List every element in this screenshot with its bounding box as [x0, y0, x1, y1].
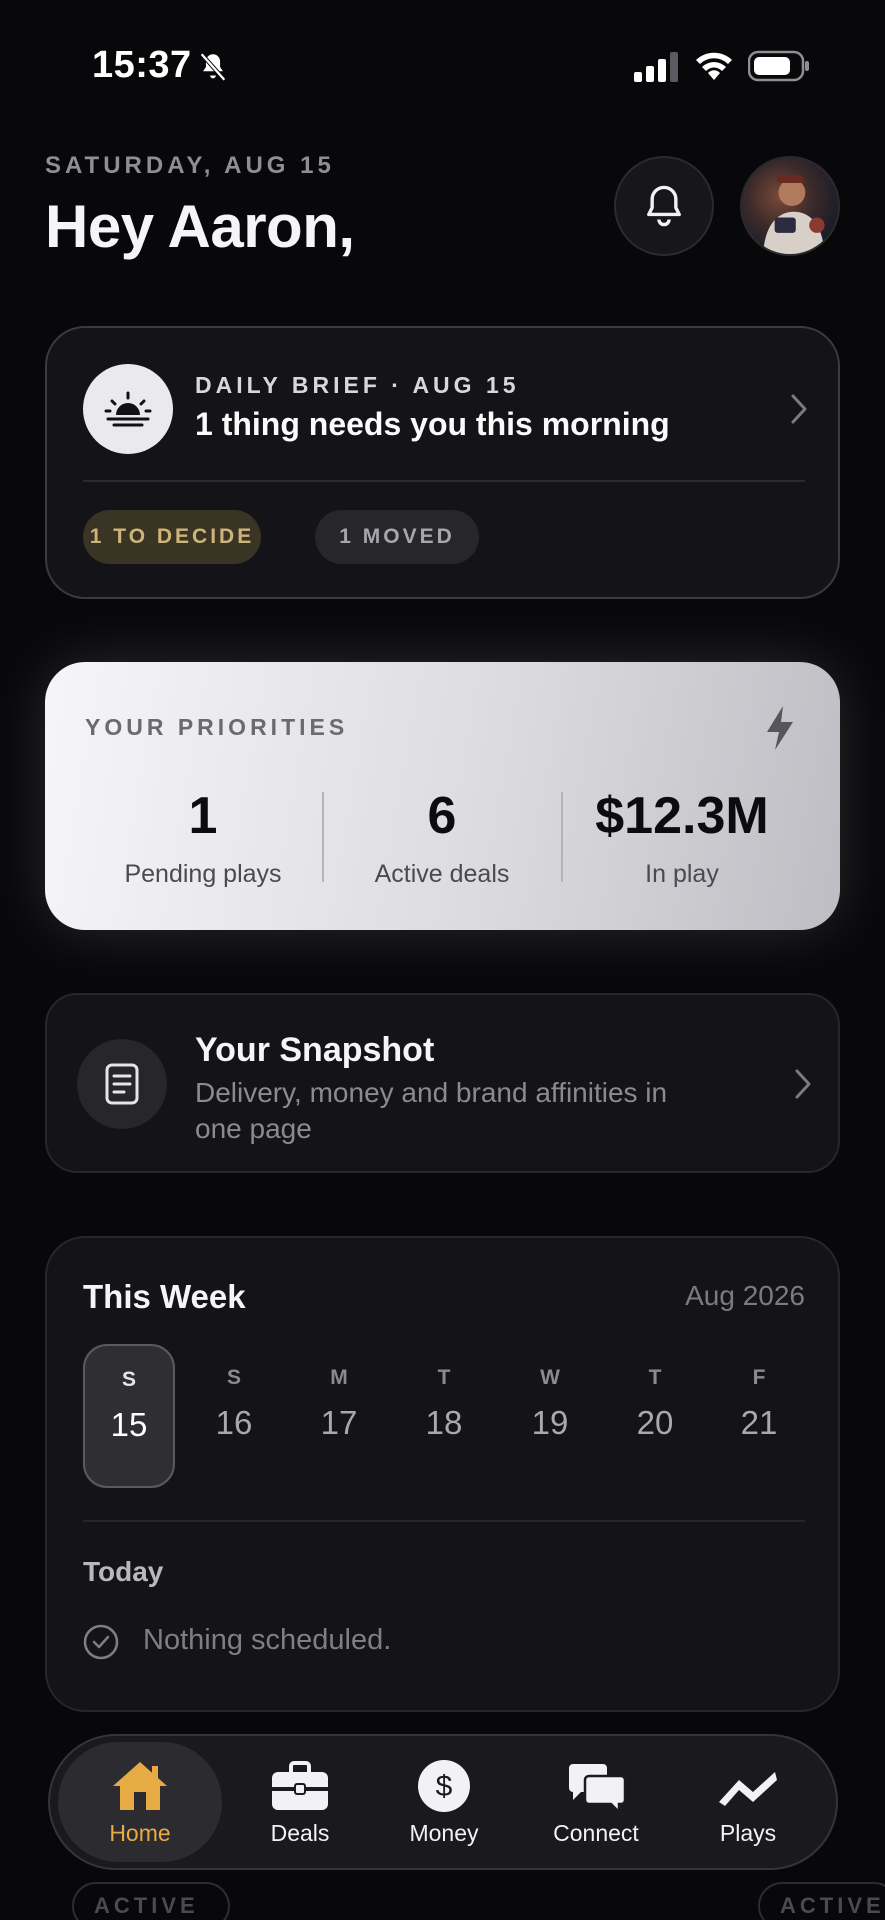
day-cell[interactable]: S 16 — [188, 1344, 280, 1488]
battery-icon — [748, 50, 809, 82]
tab-home[interactable]: Home — [58, 1742, 222, 1862]
stat-active-deals[interactable]: 6 Active deals — [322, 786, 562, 889]
day-cell-selected[interactable]: S 15 — [83, 1344, 175, 1488]
stat-value: 6 — [427, 787, 457, 845]
day-letter: F — [752, 1366, 766, 1389]
sunrise-badge — [83, 364, 173, 454]
tab-money[interactable]: $ Money — [370, 1736, 518, 1868]
bottom-tab-bar: Home Deals $ Money Connect Plays — [48, 1734, 838, 1870]
tab-label: Deals — [270, 1819, 330, 1846]
brief-title: 1 thing needs you this morning — [195, 406, 670, 442]
empty-schedule-text: Nothing scheduled. — [143, 1624, 392, 1656]
cellular-signal-icon — [634, 52, 678, 82]
stat-value: 1 — [188, 787, 218, 845]
chevron-right-icon — [795, 1069, 811, 1099]
priorities-label: YOUR PRIORITIES — [85, 714, 349, 740]
home-icon — [113, 1761, 167, 1810]
trend-icon — [719, 1771, 777, 1806]
day-number: 16 — [215, 1404, 253, 1441]
tab-connect[interactable]: Connect — [522, 1736, 670, 1868]
day-number: 21 — [740, 1404, 778, 1441]
greeting-title: Hey Aaron, — [45, 193, 355, 260]
stat-label: Active deals — [374, 860, 510, 888]
day-letter: M — [330, 1366, 348, 1389]
week-title: This Week — [83, 1278, 246, 1315]
stat-pending-plays[interactable]: 1 Pending plays — [83, 786, 323, 889]
briefcase-icon — [272, 1760, 328, 1810]
status-badge: ACTIVE — [758, 1882, 885, 1920]
day-cell[interactable]: M 17 — [293, 1344, 385, 1488]
day-letter: T — [437, 1366, 451, 1389]
sunrise-icon — [104, 391, 152, 427]
day-cell[interactable]: T 18 — [398, 1344, 490, 1488]
tab-label: Money — [409, 1819, 479, 1846]
avatar-image — [763, 175, 825, 254]
day-number: 20 — [636, 1404, 674, 1441]
brief-kicker: DAILY BRIEF · AUG 15 — [195, 372, 520, 398]
stat-value: $12.3M — [595, 787, 769, 845]
day-letter: T — [648, 1366, 662, 1389]
wifi-icon — [696, 52, 732, 80]
date-label: SATURDAY, AUG 15 — [45, 152, 335, 179]
day-number: 18 — [425, 1404, 463, 1441]
tab-label: Plays — [719, 1819, 777, 1846]
tab-deals[interactable]: Deals — [226, 1736, 374, 1868]
snapshot-description: Delivery, money and brand affinities in … — [195, 1077, 668, 1144]
notifications-button[interactable] — [614, 156, 714, 256]
stat-in-play[interactable]: $12.3M In play — [562, 786, 802, 889]
day-cell[interactable]: T 20 — [609, 1344, 701, 1488]
day-letter: W — [540, 1366, 560, 1389]
moved-pill[interactable]: 1 MOVED — [315, 510, 479, 564]
daily-brief-card[interactable]: DAILY BRIEF · AUG 15 1 thing needs you t… — [45, 326, 840, 599]
tab-plays[interactable]: Plays — [674, 1736, 822, 1868]
stat-label: Pending plays — [124, 860, 282, 888]
check-circle-icon — [83, 1624, 119, 1660]
priorities-card[interactable]: YOUR PRIORITIES 1 Pending plays 6 Active… — [45, 662, 840, 930]
chat-bubbles-icon — [569, 1763, 627, 1814]
divider — [83, 1520, 805, 1522]
day-letter: S — [121, 1368, 136, 1391]
day-number: 15 — [110, 1406, 148, 1443]
status-time: 15:37 — [92, 44, 192, 86]
dollar-icon: $ — [418, 1759, 470, 1812]
tab-label: Connect — [553, 1819, 639, 1846]
day-number: 19 — [531, 1404, 569, 1441]
this-week-card: This Week Aug 2026 S 15 S 16 M 17 T 18 W… — [45, 1236, 840, 1712]
snapshot-card[interactable]: Your Snapshot Delivery, money and brand … — [45, 993, 840, 1173]
document-badge — [77, 1039, 167, 1129]
profile-avatar[interactable] — [740, 156, 840, 256]
day-letter: S — [226, 1366, 241, 1389]
bell-icon — [647, 185, 681, 227]
day-cell[interactable]: F 21 — [713, 1344, 805, 1488]
stat-label: In play — [645, 860, 719, 888]
lightning-icon — [767, 706, 793, 750]
week-month[interactable]: Aug 2026 — [607, 1280, 805, 1312]
divider — [83, 480, 805, 482]
snapshot-title: Your Snapshot — [195, 1031, 435, 1069]
chevron-right-icon — [791, 394, 807, 424]
status-badge: ACTIVE — [72, 1882, 230, 1920]
to-decide-pill[interactable]: 1 TO DECIDE — [83, 510, 261, 564]
today-label: Today — [83, 1556, 164, 1587]
day-number: 17 — [320, 1404, 358, 1441]
day-cell[interactable]: W 19 — [504, 1344, 596, 1488]
document-icon — [105, 1063, 139, 1105]
tab-label: Home — [109, 1819, 171, 1846]
silent-mode-icon — [200, 52, 226, 82]
svg-text:$: $ — [436, 1770, 453, 1803]
